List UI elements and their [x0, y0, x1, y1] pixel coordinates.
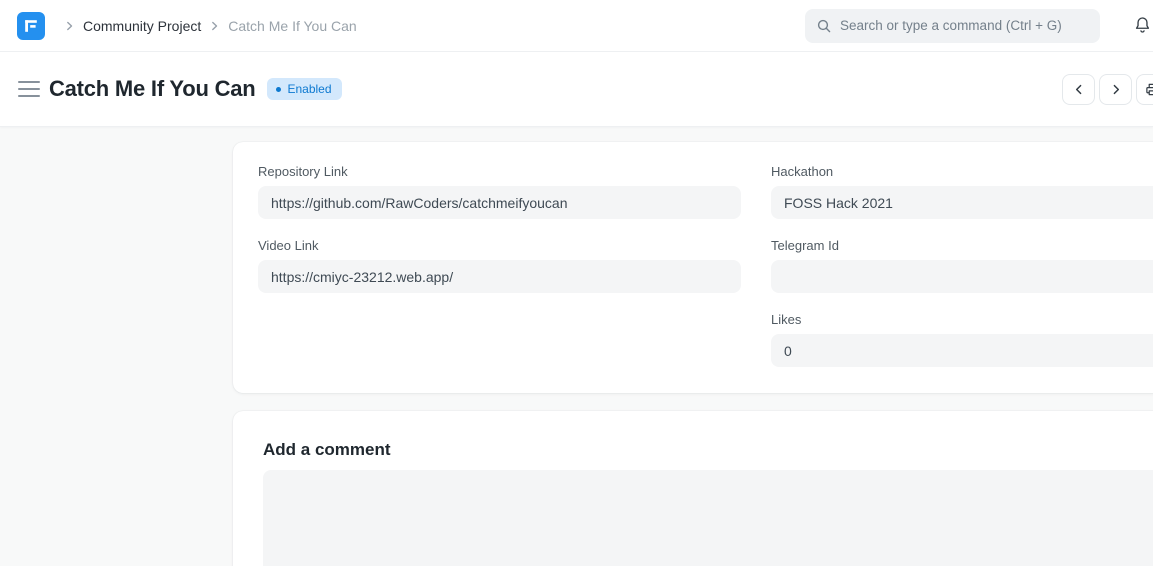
comment-input[interactable] — [263, 470, 1153, 566]
page-title: Catch Me If You Can — [49, 76, 255, 102]
breadcrumb-item-current[interactable]: Catch Me If You Can — [228, 18, 356, 34]
form-grid: Repository Link Video Link Hackathon Tel… — [258, 164, 1153, 367]
next-document-button[interactable] — [1099, 74, 1132, 105]
field-hackathon: Hackathon — [771, 164, 1153, 219]
repository-link-input[interactable] — [258, 186, 741, 219]
navbar: Community Project Catch Me If You Can — [0, 0, 1153, 52]
field-label: Likes — [771, 312, 1153, 327]
printer-icon — [1145, 82, 1153, 97]
search-input[interactable] — [840, 18, 1088, 33]
status-dot-icon — [276, 87, 281, 92]
field-label: Telegram Id — [771, 238, 1153, 253]
hamburger-icon — [18, 81, 40, 83]
print-button[interactable] — [1136, 74, 1153, 105]
frappe-logo[interactable] — [17, 12, 45, 40]
likes-input[interactable] — [771, 334, 1153, 367]
field-repository-link: Repository Link — [258, 164, 741, 219]
page-head: Catch Me If You Can Enabled — [0, 52, 1153, 127]
chevron-right-icon — [65, 21, 74, 31]
chevron-right-icon — [1110, 83, 1122, 96]
form-column-left: Repository Link Video Link — [258, 164, 741, 367]
chevron-left-icon — [1073, 83, 1085, 96]
global-search[interactable] — [805, 9, 1100, 43]
field-video-link: Video Link — [258, 238, 741, 293]
hamburger-icon — [18, 88, 40, 90]
search-icon — [817, 19, 831, 33]
field-telegram-id: Telegram Id — [771, 238, 1153, 293]
field-label: Hackathon — [771, 164, 1153, 179]
status-badge: Enabled — [267, 78, 341, 100]
status-badge-label: Enabled — [287, 82, 331, 96]
add-comment-heading: Add a comment — [263, 440, 1153, 460]
page-body: Repository Link Video Link Hackathon Tel… — [0, 127, 1153, 566]
breadcrumb-item-community-project[interactable]: Community Project — [83, 18, 201, 34]
notifications-button[interactable] — [1132, 15, 1152, 37]
chevron-right-icon — [210, 21, 219, 31]
breadcrumb: Community Project Catch Me If You Can — [56, 18, 357, 34]
field-label: Repository Link — [258, 164, 741, 179]
page-head-actions — [1062, 74, 1153, 105]
frappe-logo-icon — [23, 18, 39, 34]
field-likes: Likes — [771, 312, 1153, 367]
video-link-input[interactable] — [258, 260, 741, 293]
sidebar-toggle-button[interactable] — [18, 80, 40, 98]
form-section-card: Repository Link Video Link Hackathon Tel… — [233, 142, 1153, 393]
telegram-id-input[interactable] — [771, 260, 1153, 293]
comments-section-card: Add a comment — [233, 411, 1153, 566]
hackathon-input[interactable] — [771, 186, 1153, 219]
field-label: Video Link — [258, 238, 741, 253]
hamburger-icon — [18, 95, 40, 97]
prev-document-button[interactable] — [1062, 74, 1095, 105]
form-column-right: Hackathon Telegram Id Likes — [771, 164, 1153, 367]
bell-icon — [1133, 15, 1152, 36]
